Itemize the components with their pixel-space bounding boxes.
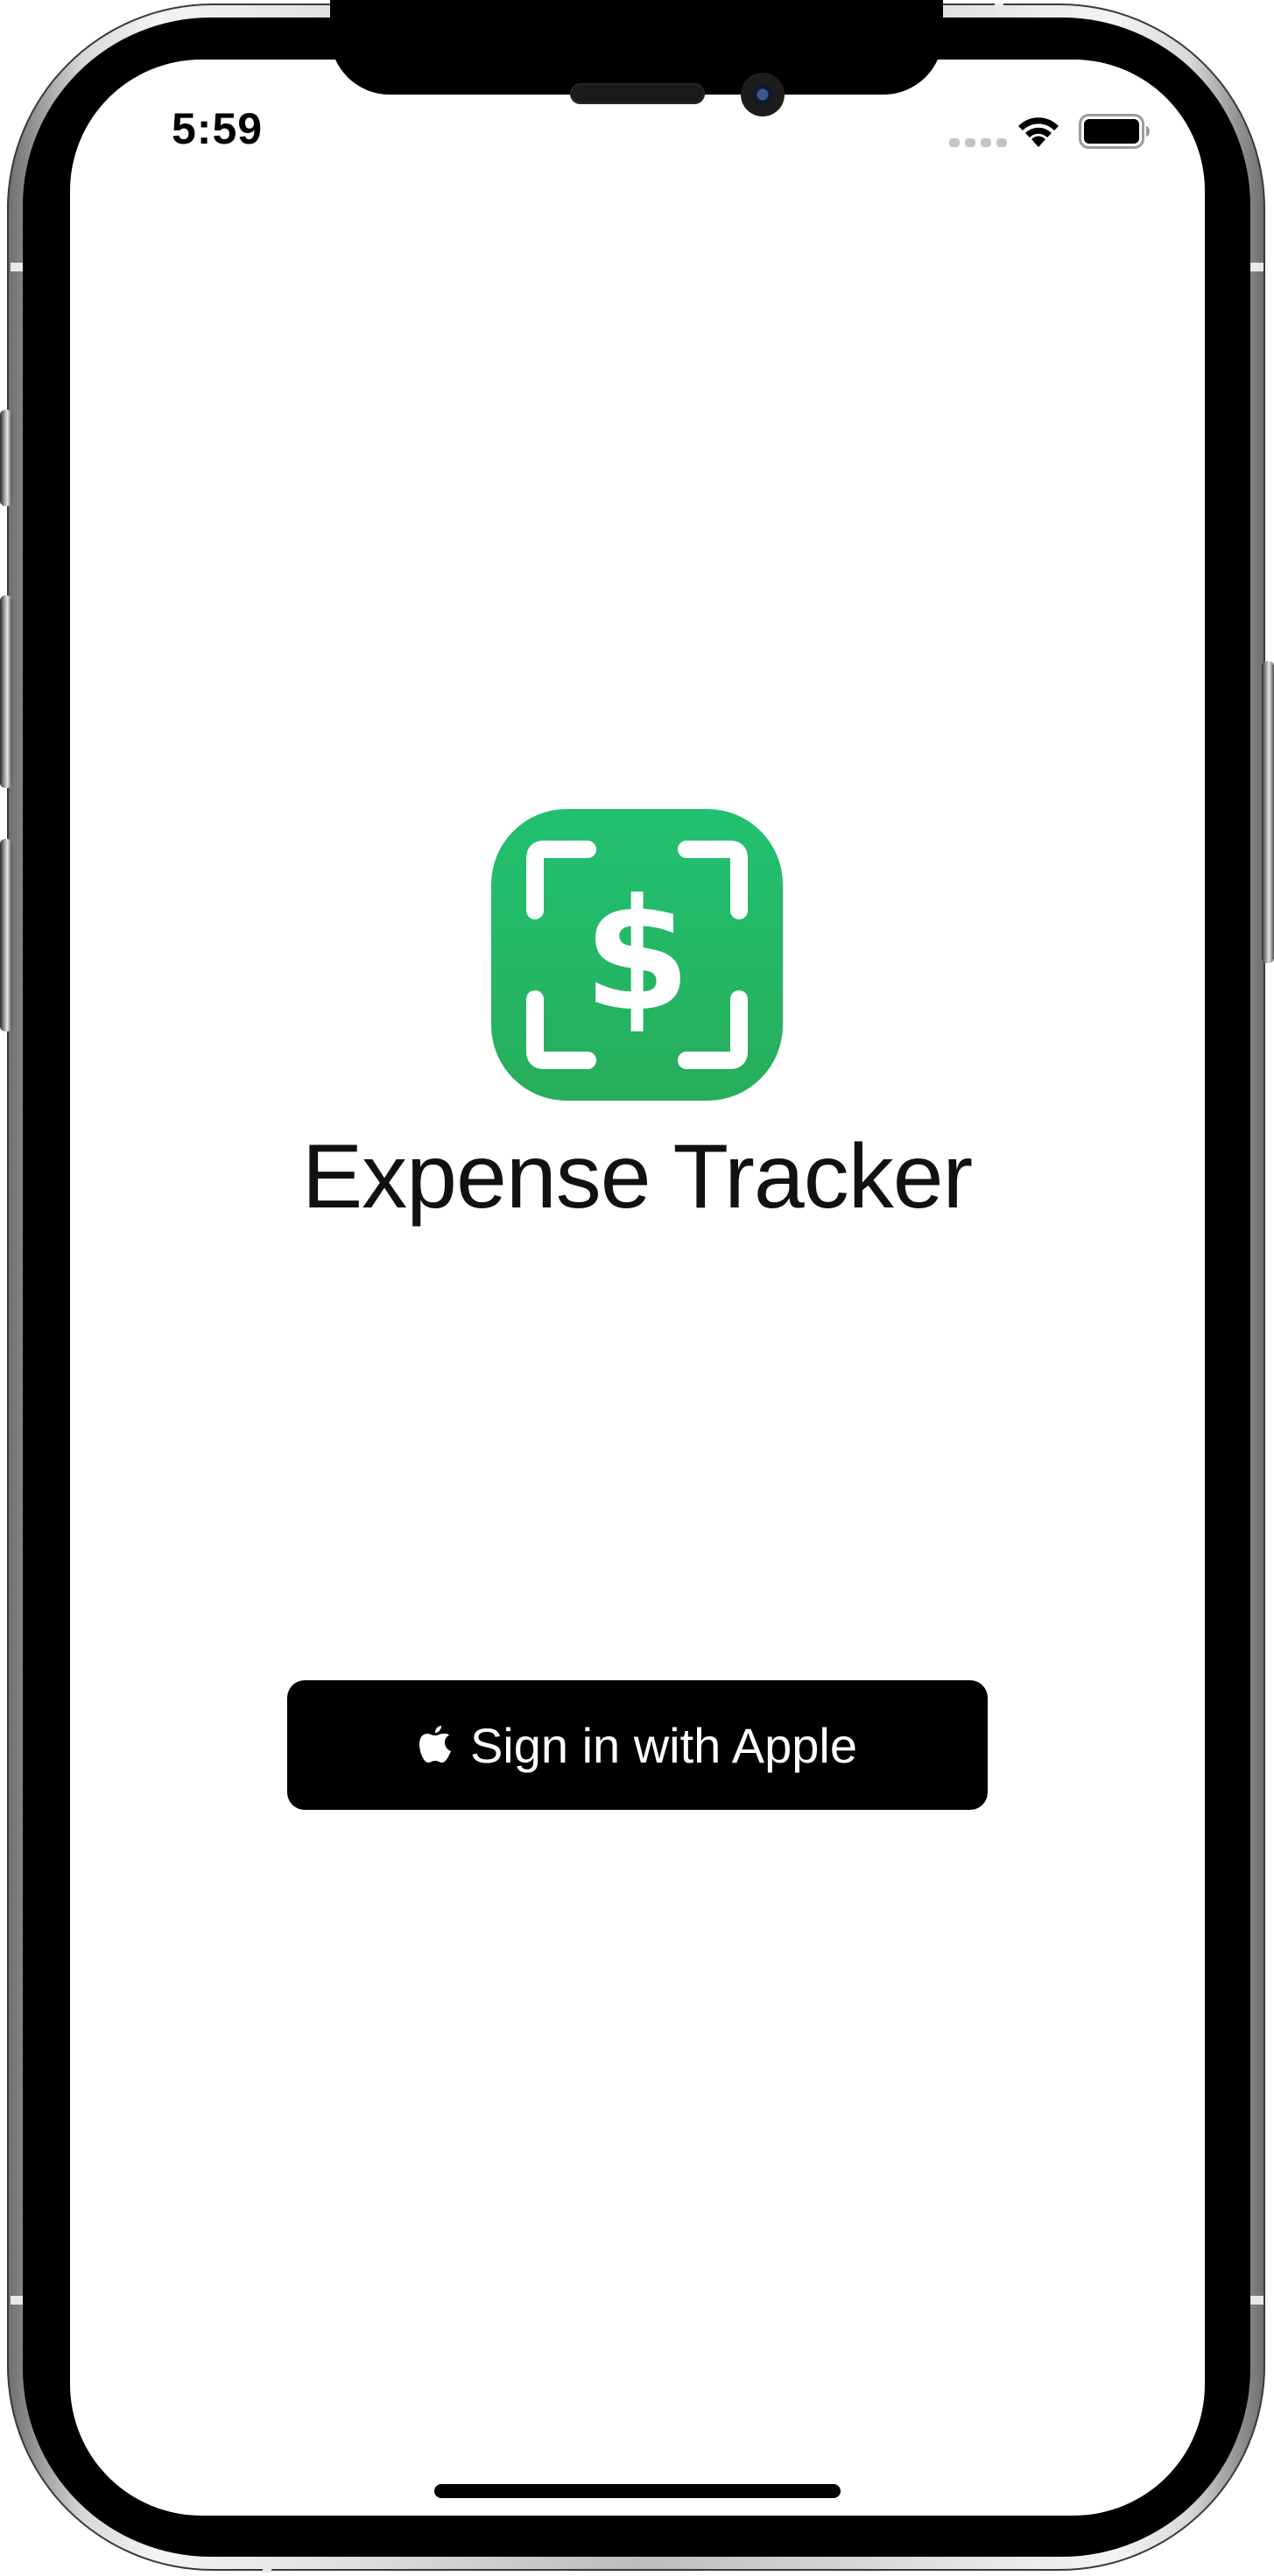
screen [70, 60, 1205, 2516]
cellular-signal-icon [949, 138, 1007, 147]
home-indicator[interactable] [434, 2484, 841, 2498]
app-title: Expense Tracker [301, 1126, 973, 1228]
app-logo-icon: $ [491, 809, 783, 1101]
earpiece-speaker [570, 83, 705, 104]
antenna-band [263, 2557, 271, 2572]
volume-up-button [0, 595, 12, 788]
dollar-scan-icon: $ [526, 841, 748, 1069]
front-camera [741, 73, 785, 116]
apple-logo-icon [419, 1726, 451, 1763]
power-button [1262, 661, 1274, 963]
battery-icon [1079, 114, 1150, 149]
svg-text:$: $ [583, 866, 690, 1045]
volume-down-button [0, 839, 12, 1031]
sign-in-with-apple-button[interactable]: Sign in with Apple [287, 1680, 988, 1810]
status-bar-time: 5:59 [172, 104, 264, 153]
device-canvas: 5:59 $ Expense Tracker Sign in with Appl… [0, 0, 1274, 2576]
notch [330, 0, 943, 95]
sign-in-label: Sign in with Apple [469, 1717, 858, 1773]
wifi-icon [1018, 117, 1059, 147]
silent-switch [0, 410, 12, 506]
